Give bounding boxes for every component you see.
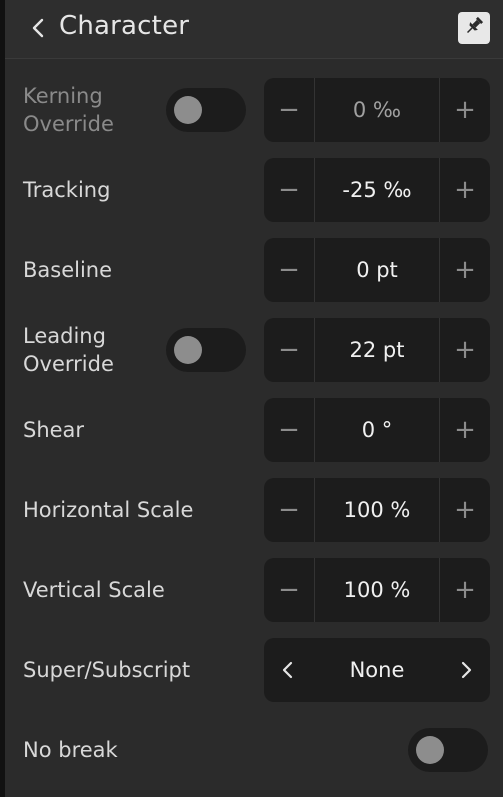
row-super-subscript: Super/Subscript None <box>5 638 503 702</box>
horizontal-scale-value-field[interactable]: 100 % <box>315 478 439 542</box>
chevron-left-icon[interactable] <box>29 16 47 40</box>
kerning-decrement-button[interactable]: − <box>264 78 315 142</box>
kerning-stepper: − 0 ‰ + <box>264 78 490 142</box>
no-break-label: No break <box>23 738 118 762</box>
shear-increment-button[interactable]: + <box>439 398 490 462</box>
row-no-break: No break <box>5 718 503 782</box>
panel-header: Character <box>5 0 503 59</box>
tracking-stepper: − -25 ‰ + <box>264 158 490 222</box>
vertical-scale-decrement-button[interactable]: − <box>264 558 315 622</box>
row-kerning-override: Kerning Override − 0 ‰ + <box>5 78 503 142</box>
kerning-increment-button[interactable]: + <box>439 78 490 142</box>
shear-value-field[interactable]: 0 ° <box>315 398 439 462</box>
horizontal-scale-decrement-button[interactable]: − <box>264 478 315 542</box>
pin-button[interactable] <box>458 12 490 44</box>
chevron-right-icon[interactable] <box>444 638 488 702</box>
shear-decrement-button[interactable]: − <box>264 398 315 462</box>
row-leading-override: Leading Override − 22 pt + <box>5 318 503 382</box>
leading-stepper: − 22 pt + <box>264 318 490 382</box>
row-baseline: Baseline − 0 pt + <box>5 238 503 302</box>
kerning-override-toggle[interactable] <box>166 88 246 132</box>
toggle-knob <box>174 336 202 364</box>
horizontal-scale-label: Horizontal Scale <box>23 498 194 522</box>
shear-stepper: − 0 ° + <box>264 398 490 462</box>
kerning-value-field[interactable]: 0 ‰ <box>315 78 439 142</box>
vertical-scale-label: Vertical Scale <box>23 578 165 602</box>
baseline-increment-button[interactable]: + <box>439 238 490 302</box>
super-subscript-selector: None <box>264 638 490 702</box>
leading-value-field[interactable]: 22 pt <box>315 318 439 382</box>
baseline-value-field[interactable]: 0 pt <box>315 238 439 302</box>
chevron-left-icon[interactable] <box>266 638 310 702</box>
super-subscript-value[interactable]: None <box>310 638 444 702</box>
tracking-value-field[interactable]: -25 ‰ <box>315 158 439 222</box>
leading-override-label: Leading Override <box>23 324 114 376</box>
kerning-override-label: Kerning Override <box>23 84 114 136</box>
baseline-decrement-button[interactable]: − <box>264 238 315 302</box>
vertical-scale-value-field[interactable]: 100 % <box>315 558 439 622</box>
baseline-stepper: − 0 pt + <box>264 238 490 302</box>
tracking-increment-button[interactable]: + <box>439 158 490 222</box>
toggle-knob <box>174 96 202 124</box>
row-vertical-scale: Vertical Scale − 100 % + <box>5 558 503 622</box>
no-break-toggle[interactable] <box>408 728 488 772</box>
horizontal-scale-increment-button[interactable]: + <box>439 478 490 542</box>
leading-decrement-button[interactable]: − <box>264 318 315 382</box>
super-subscript-label: Super/Subscript <box>23 658 191 682</box>
baseline-label: Baseline <box>23 258 113 282</box>
page-title: Character <box>59 11 190 41</box>
tracking-decrement-button[interactable]: − <box>264 158 315 222</box>
row-shear: Shear − 0 ° + <box>5 398 503 462</box>
shear-label: Shear <box>23 418 85 442</box>
pin-icon <box>463 15 485 41</box>
vertical-scale-increment-button[interactable]: + <box>439 558 490 622</box>
tracking-label: Tracking <box>23 178 111 202</box>
toggle-knob <box>416 736 444 764</box>
leading-override-toggle[interactable] <box>166 328 246 372</box>
row-tracking: Tracking − -25 ‰ + <box>5 158 503 222</box>
vertical-scale-stepper: − 100 % + <box>264 558 490 622</box>
leading-increment-button[interactable]: + <box>439 318 490 382</box>
row-horizontal-scale: Horizontal Scale − 100 % + <box>5 478 503 542</box>
horizontal-scale-stepper: − 100 % + <box>264 478 490 542</box>
